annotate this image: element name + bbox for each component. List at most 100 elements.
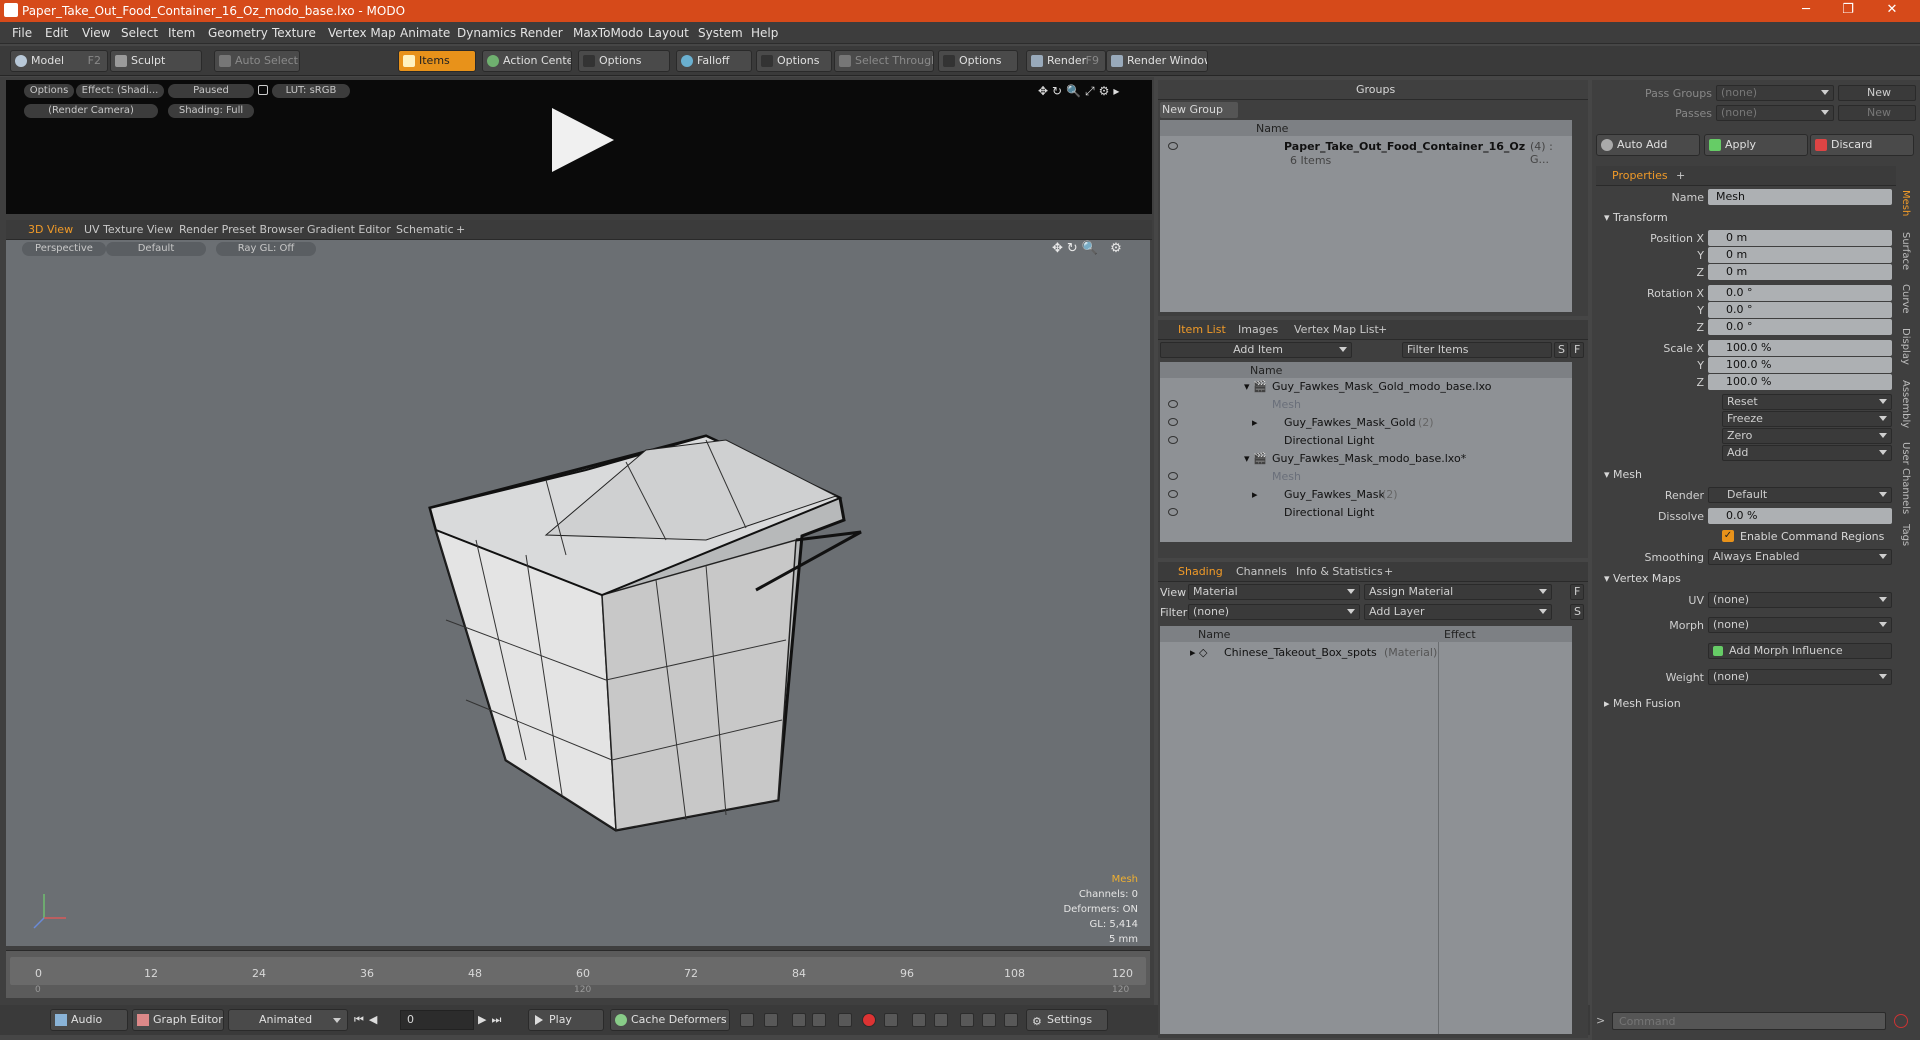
sculpt-mode-button[interactable]: Sculpt	[110, 50, 202, 72]
minimize-icon[interactable]: ─	[1786, 2, 1826, 20]
record-icon[interactable]	[862, 1013, 876, 1027]
shading-s-button[interactable]: S	[1570, 604, 1584, 620]
side-tab-assembly[interactable]: Assembly	[1900, 380, 1911, 428]
tab-3d-view[interactable]: 3D View	[28, 223, 73, 236]
stop-icon[interactable]	[1894, 1014, 1908, 1028]
menu-view[interactable]: View	[82, 26, 110, 40]
eye-icon[interactable]	[1168, 472, 1178, 480]
render-camera-dropdown[interactable]: (Render Camera)	[24, 104, 158, 118]
list-item[interactable]: Mesh	[1160, 396, 1572, 414]
play-icon[interactable]	[552, 108, 614, 172]
zero-dropdown[interactable]: Zero	[1722, 428, 1892, 444]
transform-section[interactable]: ▾ Transform	[1604, 211, 1668, 224]
next-key-icon[interactable]	[812, 1013, 826, 1027]
skip-forward-icons[interactable]: ▶⏭	[478, 1013, 506, 1027]
add-transform-dropdown[interactable]: Add	[1722, 445, 1892, 461]
menu-dynamics[interactable]: Dynamics	[457, 26, 516, 40]
menu-maxtomodo[interactable]: MaxToModo	[573, 26, 643, 40]
falloff-options-button[interactable]: Options	[756, 50, 832, 72]
menu-vertex-map[interactable]: Vertex Map	[328, 26, 396, 40]
morph-dropdown[interactable]: (none)	[1708, 617, 1892, 633]
list-item[interactable]: Directional Light	[1160, 432, 1572, 450]
shading-f-button[interactable]: F	[1570, 584, 1584, 600]
settings-button[interactable]: ⚙ Settings	[1026, 1009, 1108, 1031]
side-tab-surface[interactable]: Surface	[1900, 232, 1911, 270]
preview-paused-toggle[interactable]: Paused	[168, 84, 254, 98]
menu-file[interactable]: File	[12, 26, 32, 40]
filter-f-button[interactable]: F	[1570, 342, 1584, 358]
side-tab-tags[interactable]: Tags	[1900, 524, 1911, 546]
menu-select[interactable]: Select	[121, 26, 158, 40]
preview-nav-icons[interactable]: ✥↻🔍⤢⚙▸	[1038, 84, 1123, 99]
tab-images[interactable]: Images	[1238, 323, 1278, 336]
tab-shading[interactable]: Shading	[1178, 565, 1223, 578]
tab-properties[interactable]: Properties	[1612, 169, 1668, 182]
record-options-icon[interactable]	[884, 1013, 898, 1027]
add-morph-influence-button[interactable]: Add Morph Influence	[1708, 643, 1892, 659]
list-item[interactable]: Mesh	[1160, 468, 1572, 486]
shading-dropdown[interactable]: Shading: Full	[168, 104, 254, 118]
prev-key-icon[interactable]	[792, 1013, 806, 1027]
eye-icon[interactable]	[1168, 508, 1178, 516]
new-pass-button[interactable]: New	[1838, 105, 1916, 121]
uv-dropdown[interactable]: (none)	[1708, 592, 1892, 608]
animated-dropdown[interactable]: Animated	[228, 1009, 348, 1031]
material-row[interactable]: ▸ ◇ Chinese_Takeout_Box_spots (Material)	[1160, 644, 1572, 662]
falloff-button[interactable]: Falloff	[676, 50, 752, 72]
model-mode-button[interactable]: Model F2	[10, 50, 108, 72]
cache-deformers-button[interactable]: Cache Deformers	[610, 1009, 730, 1031]
key-icon[interactable]	[740, 1013, 754, 1027]
discard-button[interactable]: Discard	[1810, 134, 1914, 156]
view-dropdown[interactable]: Material	[1188, 584, 1360, 600]
freeze-dropdown[interactable]: Freeze	[1722, 411, 1892, 427]
checkbox-checked-icon[interactable]: ✓	[1722, 530, 1734, 542]
lock-icon[interactable]	[258, 85, 268, 95]
eye-icon[interactable]	[1168, 436, 1178, 444]
rotation-z-field[interactable]: 0.0 °	[1708, 319, 1892, 335]
position-z-field[interactable]: 0 m	[1708, 264, 1892, 280]
list-item[interactable]: ▾ 🎬 Guy_Fawkes_Mask_Gold_modo_base.lxo	[1160, 378, 1572, 396]
select-through-button[interactable]: Select Through	[834, 50, 934, 72]
weight-dropdown[interactable]: (none)	[1708, 669, 1892, 685]
eye-icon[interactable]	[1168, 418, 1178, 426]
rotation-y-field[interactable]: 0.0 °	[1708, 302, 1892, 318]
list-item[interactable]: ▾ 🎬 Guy_Fawkes_Mask_modo_base.lxo*	[1160, 450, 1572, 468]
add-tab-button[interactable]: +	[1676, 169, 1685, 182]
lut-dropdown[interactable]: LUT: sRGB	[272, 84, 350, 98]
add-tab-button[interactable]: +	[456, 223, 465, 236]
items-mode-button[interactable]: Items	[398, 50, 476, 72]
rotation-x-field[interactable]: 0.0 °	[1708, 285, 1892, 301]
add-tab-button[interactable]: +	[1378, 323, 1387, 336]
add-item-dropdown[interactable]: Add Item	[1160, 342, 1352, 358]
side-tab-display[interactable]: Display	[1900, 328, 1911, 365]
position-x-field[interactable]: 0 m	[1708, 230, 1892, 246]
last-frame-icon[interactable]	[934, 1013, 948, 1027]
preview-options-button[interactable]: Options	[24, 84, 74, 98]
list-item[interactable]: Directional Light	[1160, 504, 1572, 522]
assign-material-dropdown[interactable]: Assign Material	[1364, 584, 1552, 600]
audio-button[interactable]: Audio	[50, 1009, 128, 1031]
add-tab-button[interactable]: +	[1384, 565, 1393, 578]
side-tab-user-channels[interactable]: User Channels	[1900, 442, 1911, 514]
layer-icon[interactable]	[960, 1013, 974, 1027]
layer-lock-icon[interactable]	[1004, 1013, 1018, 1027]
reset-dropdown[interactable]: Reset	[1722, 394, 1892, 410]
side-tab-mesh[interactable]: Mesh	[1900, 190, 1911, 216]
set-key-icon[interactable]	[838, 1013, 852, 1027]
select-through-options-button[interactable]: Options	[938, 50, 1018, 72]
menu-animate[interactable]: Animate	[400, 26, 450, 40]
command-input[interactable]	[1612, 1012, 1886, 1030]
tab-render-preset-browser[interactable]: Render Preset Browser	[179, 223, 304, 236]
menu-render[interactable]: Render	[520, 26, 563, 40]
eye-icon[interactable]	[1168, 400, 1178, 408]
filter-dropdown[interactable]: (none)	[1188, 604, 1360, 620]
auto-select-button[interactable]: Auto Select	[214, 50, 300, 72]
dissolve-field[interactable]: 0.0 %	[1708, 508, 1892, 524]
first-frame-icon[interactable]	[912, 1013, 926, 1027]
new-group-button[interactable]: New Group	[1160, 102, 1238, 118]
groups-row[interactable]: Paper_Take_Out_Food_Container_16_Oz (4) …	[1160, 138, 1572, 166]
scale-x-field[interactable]: 100.0 %	[1708, 340, 1892, 356]
tab-uv-texture-view[interactable]: UV Texture View	[84, 223, 173, 236]
menu-item[interactable]: Item	[168, 26, 195, 40]
tab-channels[interactable]: Channels	[1236, 565, 1287, 578]
